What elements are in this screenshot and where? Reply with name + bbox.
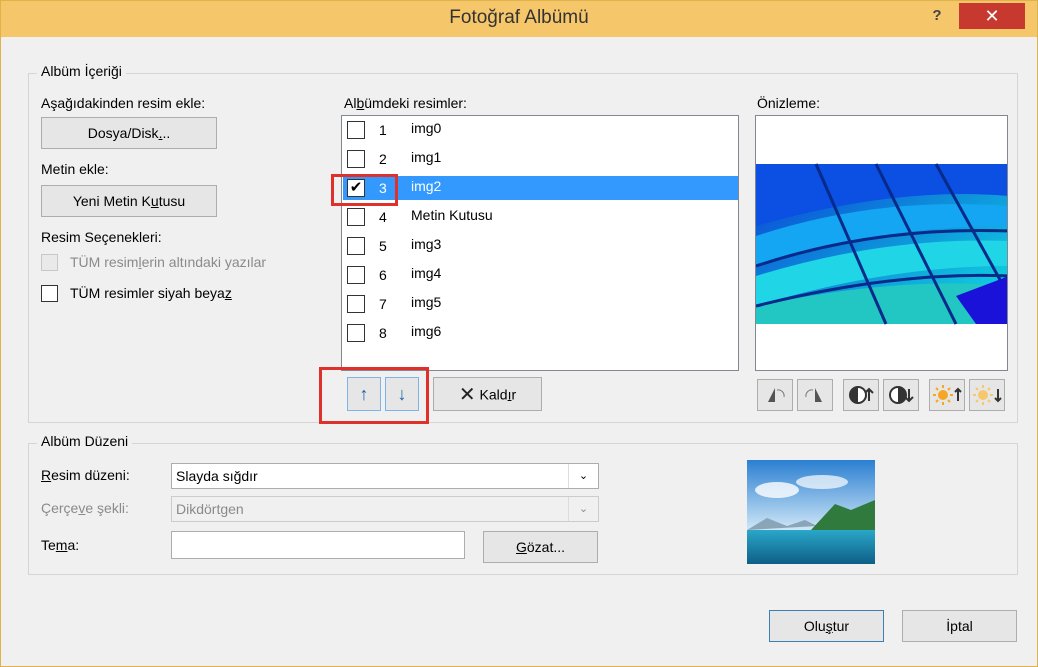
- rotate-right-button[interactable]: [797, 379, 833, 411]
- list-item[interactable]: 2 img1: [343, 147, 738, 171]
- picture-layout-label: Resim düzeni:: [41, 467, 130, 483]
- brightness-down-icon: [973, 385, 1002, 405]
- insert-from-label: Aşağıdakinden resim ekle:: [41, 95, 206, 111]
- picture-checkbox[interactable]: [347, 266, 365, 284]
- create-button[interactable]: Oluştur: [769, 610, 884, 642]
- close-button[interactable]: ✕: [959, 3, 1025, 29]
- contrast-down-button[interactable]: [883, 379, 919, 411]
- remove-button[interactable]: ✕ Kaldır: [433, 377, 542, 411]
- list-item[interactable]: 8 img6: [343, 321, 738, 345]
- frame-shape-value: Dikdörtgen: [176, 501, 244, 517]
- picture-options-label: Resim Seçenekleri:: [41, 229, 162, 245]
- picture-name: img5: [411, 294, 442, 310]
- pictures-in-album-label: Albümdeki resimler:: [344, 95, 467, 111]
- preview-image: [756, 163, 1007, 325]
- picture-number: 2: [379, 151, 387, 167]
- picture-number: 4: [379, 209, 387, 225]
- picture-name: img3: [411, 236, 442, 252]
- highlight-reorder-buttons: [319, 367, 429, 424]
- picture-number: 5: [379, 238, 387, 254]
- picture-name: Metin Kutusu: [411, 207, 493, 223]
- new-textbox-button[interactable]: Yeni Metin Kutusu: [41, 185, 217, 217]
- theme-input[interactable]: [171, 531, 465, 559]
- picture-layout-value: Slayda sığdır: [176, 468, 258, 484]
- brightness-up-button[interactable]: [929, 379, 965, 411]
- brightness-down-button[interactable]: [969, 379, 1005, 411]
- picture-name: img1: [411, 149, 442, 165]
- picture-name: img4: [411, 265, 442, 281]
- list-item[interactable]: 4 Metin Kutusu: [343, 205, 738, 229]
- picture-name: img6: [411, 323, 442, 339]
- picture-checkbox[interactable]: [347, 208, 365, 226]
- picture-name: img0: [411, 120, 442, 136]
- picture-name: img2: [411, 178, 442, 194]
- frame-shape-select[interactable]: Dikdörtgen ⌄: [171, 496, 599, 522]
- browse-button[interactable]: Gözat...: [483, 531, 598, 563]
- layout-preview-image: [747, 460, 875, 564]
- rotate-left-button[interactable]: [757, 379, 793, 411]
- chevron-down-icon: ⌄: [568, 464, 598, 488]
- list-item[interactable]: ✔ 3 img2: [343, 176, 738, 200]
- pictures-listbox[interactable]: 1 img0 2 img1 ✔ 3 img2 4 Metin Kutusu 5 img3 6 img4 7…: [341, 115, 739, 371]
- captions-label: TÜM resimlerin altındaki yazılar: [70, 254, 267, 270]
- picture-checkbox[interactable]: [347, 237, 365, 255]
- contrast-down-icon: [889, 386, 914, 404]
- picture-number: 1: [379, 122, 387, 138]
- picture-number: 7: [379, 296, 387, 312]
- list-item[interactable]: 5 img3: [343, 234, 738, 258]
- picture-checkbox[interactable]: [347, 324, 365, 342]
- picture-checkbox[interactable]: [347, 121, 365, 139]
- photo-album-dialog: Fotoğraf Albümü ? ✕ Albüm İçeriği Aşağıd…: [0, 0, 1038, 667]
- list-item[interactable]: 7 img5: [343, 292, 738, 316]
- title-bar: Fotoğraf Albümü ? ✕: [1, 1, 1037, 37]
- picture-checkbox[interactable]: [347, 295, 365, 313]
- frame-shape-label: Çerçeve şekli:: [41, 500, 129, 516]
- rotate-left-icon: [768, 388, 785, 402]
- help-button[interactable]: ?: [925, 5, 949, 27]
- picture-checkbox[interactable]: [347, 150, 365, 168]
- album-content-title: Albüm İçeriği: [37, 63, 126, 79]
- chevron-down-icon: ⌄: [568, 497, 598, 521]
- picture-number: 8: [379, 325, 387, 341]
- rotate-right-icon: [805, 388, 822, 402]
- captions-checkbox[interactable]: [41, 254, 58, 271]
- preview-label: Önizleme:: [757, 95, 821, 111]
- dialog-title: Fotoğraf Albümü: [449, 7, 589, 28]
- contrast-up-button[interactable]: [843, 379, 879, 411]
- brightness-up-icon: [933, 385, 962, 405]
- album-layout-title: Albüm Düzeni: [37, 433, 133, 449]
- black-white-checkbox[interactable]: [41, 285, 58, 302]
- preview-pane: [755, 115, 1008, 371]
- cancel-button[interactable]: İptal: [902, 610, 1017, 642]
- remove-label: Kaldır: [479, 386, 517, 402]
- contrast-up-icon: [849, 386, 874, 404]
- picture-layout-select[interactable]: Slayda sığdır ⌄: [171, 463, 599, 489]
- picture-number: 6: [379, 267, 387, 283]
- list-item[interactable]: 6 img4: [343, 263, 738, 287]
- file-disk-button[interactable]: Dosya/Disk...: [41, 117, 217, 149]
- insert-text-label: Metin ekle:: [41, 161, 109, 177]
- black-white-label: TÜM resimler siyah beyaz: [70, 285, 232, 301]
- theme-label: Tema:: [41, 537, 80, 553]
- highlight-selected-checkbox: [331, 174, 398, 206]
- remove-x-icon: ✕: [458, 383, 476, 406]
- list-item[interactable]: 1 img0: [343, 118, 738, 142]
